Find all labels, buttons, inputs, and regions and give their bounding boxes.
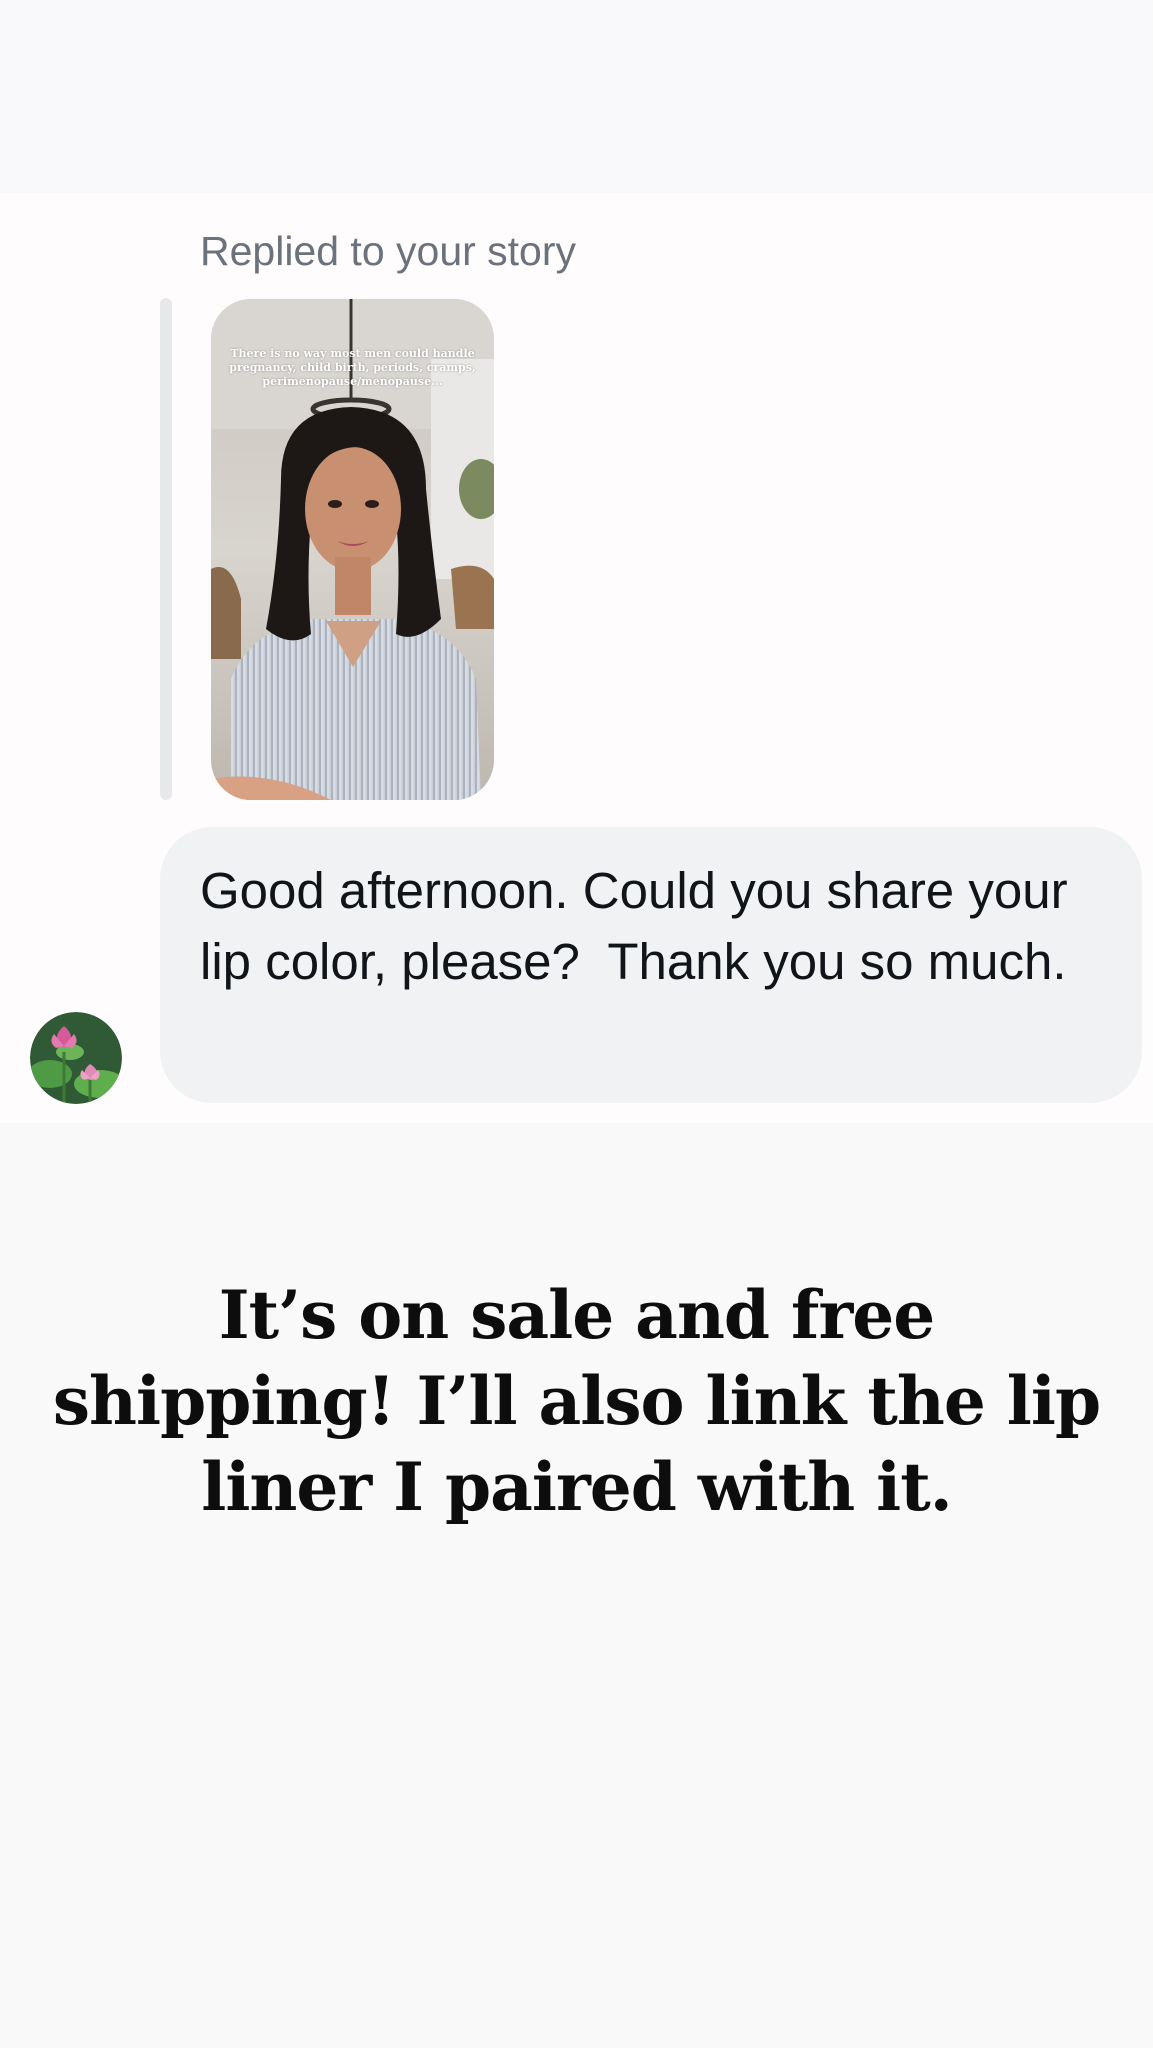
overlay-headline: It’s on sale and free shipping! I’ll als…: [52, 1276, 1101, 1526]
story-thumbnail[interactable]: There is no way most men could handle pr…: [211, 299, 494, 800]
message-text: Good afternoon. Could you share your lip…: [200, 862, 1082, 990]
lotus-flower-avatar-icon[interactable]: [30, 1012, 122, 1104]
top-blank-area: [0, 0, 1153, 193]
replied-to-story-label: Replied to your story: [200, 228, 577, 274]
story-caption-text: There is no way most men could handle pr…: [229, 347, 476, 388]
message-bubble[interactable]: Good afternoon. Could you share your lip…: [160, 827, 1142, 1103]
reply-indicator-bar: [160, 298, 172, 800]
